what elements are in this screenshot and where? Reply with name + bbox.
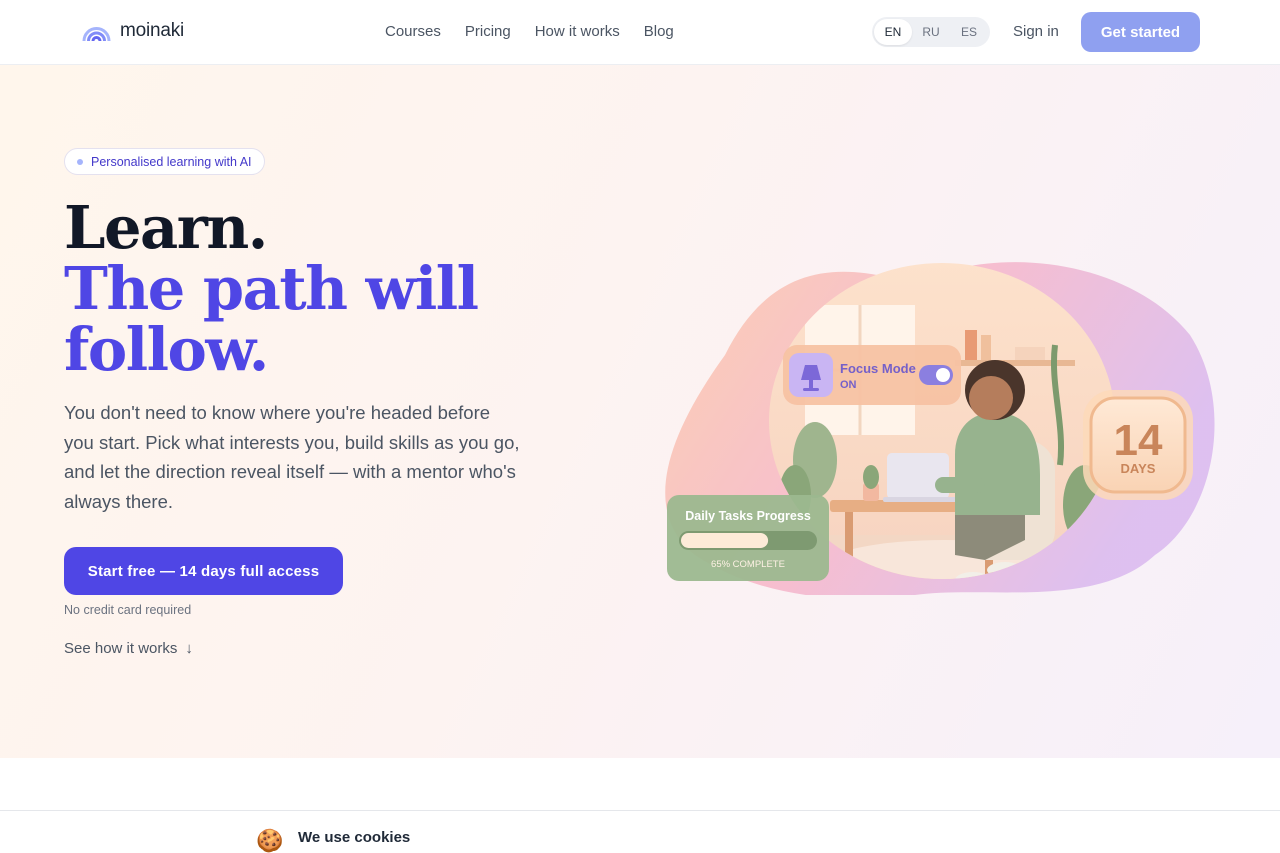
- cookie-banner: 🍪 We use cookies: [0, 810, 1280, 853]
- days-number: 14: [1114, 416, 1163, 465]
- hero-title-line-1: Learn.: [64, 193, 268, 262]
- nav-how-it-works[interactable]: How it works: [535, 23, 620, 40]
- arrow-down-icon: ↓: [185, 640, 193, 657]
- badge-dot-icon: [77, 159, 83, 165]
- hero-title: Learn. The path will follow.: [64, 193, 479, 384]
- lang-en[interactable]: EN: [874, 19, 912, 45]
- cookie-icon: 🍪: [256, 828, 284, 853]
- get-started-button[interactable]: Get started: [1081, 12, 1200, 52]
- days-label: DAYS: [1121, 461, 1156, 476]
- hero-title-line-3: follow.: [64, 315, 269, 384]
- logo[interactable]: moinaki: [82, 19, 184, 43]
- progress-title: Daily Tasks Progress: [685, 509, 811, 523]
- lang-es[interactable]: ES: [950, 19, 988, 45]
- sign-in-link[interactable]: Sign in: [1013, 23, 1059, 40]
- logo-text: moinaki: [120, 20, 185, 41]
- focus-mode-state: ON: [840, 379, 857, 391]
- badge-text: Personalised learning with AI: [91, 154, 252, 169]
- cookie-title: We use cookies: [298, 829, 411, 846]
- rainbow-logo-icon: [82, 27, 111, 42]
- no-credit-card-note: No credit card required: [64, 603, 192, 617]
- see-how-label: See how it works: [64, 640, 178, 657]
- see-how-it-works-link[interactable]: See how it works ↓: [64, 640, 193, 657]
- nav-courses[interactable]: Courses: [385, 23, 441, 40]
- focus-mode-title: Focus Mode: [840, 361, 916, 376]
- nav-blog[interactable]: Blog: [644, 23, 674, 40]
- progress-label: 65% COMPLETE: [711, 559, 785, 570]
- lang-ru[interactable]: RU: [912, 19, 950, 45]
- progress-bar-fill: [681, 533, 769, 548]
- hero-subtitle: You don't need to know where you're head…: [64, 402, 520, 512]
- nav-pricing[interactable]: Pricing: [465, 23, 511, 40]
- language-switcher: EN RU ES: [872, 17, 990, 47]
- hero-section: Personalised learning with AI Learn. The…: [0, 65, 1280, 758]
- hero-illustration: Focus Mode ON 14 DAYS Daily Tasks Progre…: [665, 262, 1215, 595]
- main-nav: Courses Pricing How it works Blog: [385, 23, 674, 40]
- site-header: moinaki Courses Pricing How it works Blo…: [0, 0, 1280, 65]
- hero-badge: Personalised learning with AI: [64, 148, 265, 175]
- start-free-button[interactable]: Start free — 14 days full access: [64, 547, 343, 595]
- hero-title-line-2: The path will: [64, 254, 479, 323]
